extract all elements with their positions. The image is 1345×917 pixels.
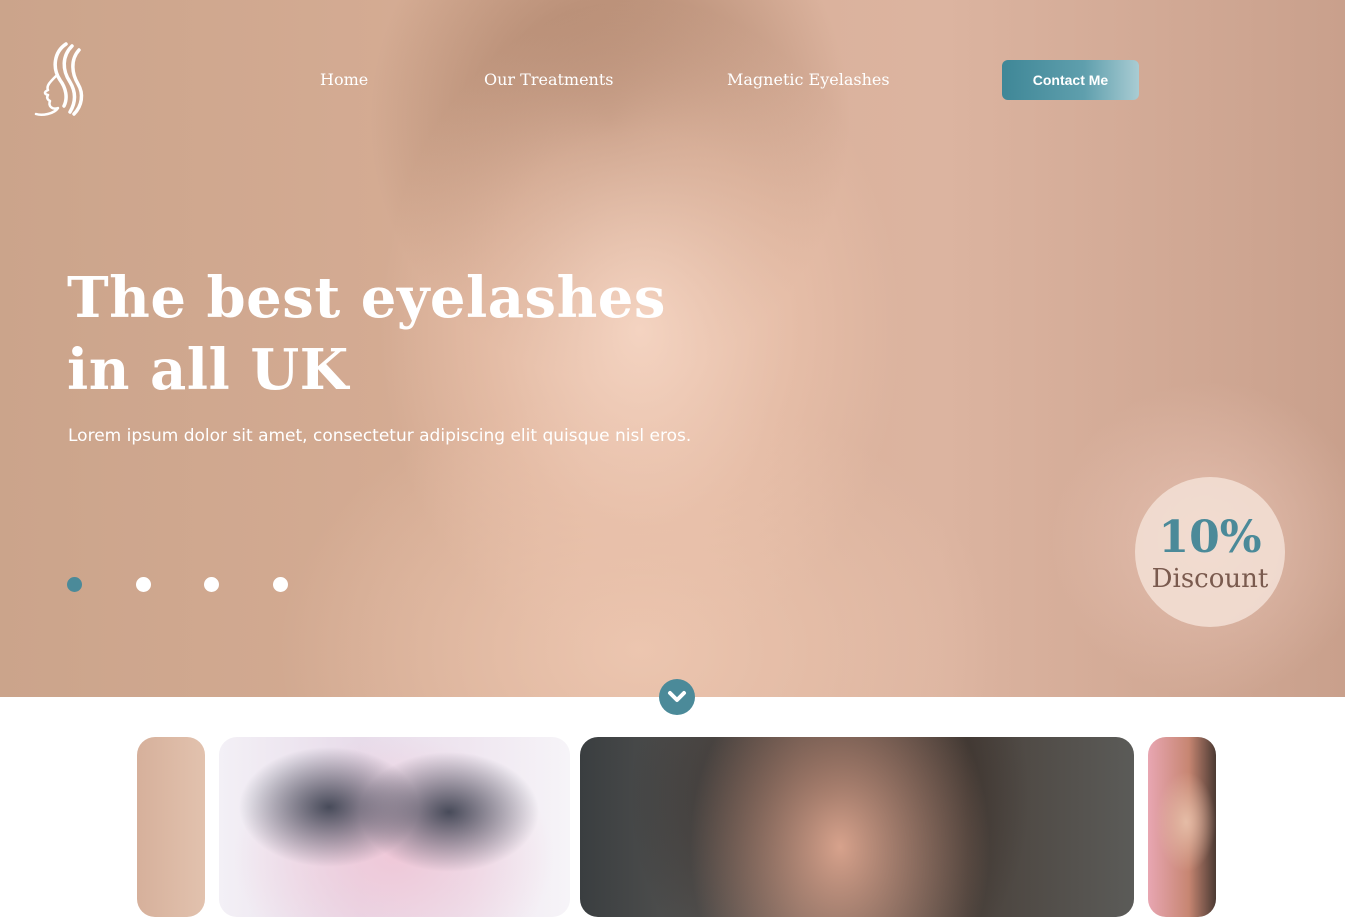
nav-treatments-link[interactable]: Our Treatments bbox=[484, 70, 614, 89]
slide-dot-1[interactable] bbox=[67, 577, 82, 592]
discount-value: 10% bbox=[1158, 512, 1262, 563]
gallery-card-portrait[interactable] bbox=[1148, 737, 1216, 917]
nav-home-link[interactable]: Home bbox=[320, 70, 368, 89]
nav-magnetic-eyelashes-link[interactable]: Magnetic Eyelashes bbox=[727, 70, 890, 89]
chevron-down-icon bbox=[668, 691, 686, 702]
hero-headline-line-1: The best eyelashes bbox=[67, 265, 666, 331]
hero-headline: The best eyelashes in all UK bbox=[67, 262, 666, 406]
slide-dot-4[interactable] bbox=[273, 577, 288, 592]
hero-headline-line-2: in all UK bbox=[67, 337, 349, 403]
slide-dot-3[interactable] bbox=[204, 577, 219, 592]
discount-badge: 10% Discount bbox=[1135, 477, 1285, 627]
hero-section: Home Our Treatments Magnetic Eyelashes C… bbox=[0, 0, 1345, 697]
slide-dot-2[interactable] bbox=[136, 577, 151, 592]
scroll-down-button[interactable] bbox=[659, 679, 695, 715]
discount-label: Discount bbox=[1151, 564, 1269, 594]
gallery-card-skin[interactable] bbox=[137, 737, 205, 917]
hero-subtitle: Lorem ipsum dolor sit amet, consectetur … bbox=[68, 426, 692, 446]
contact-me-button[interactable]: Contact Me bbox=[1002, 60, 1139, 100]
gallery-card-bronze-makeup[interactable] bbox=[580, 737, 1134, 917]
gallery-card-glitter-lashes[interactable] bbox=[219, 737, 570, 917]
brand-logo[interactable] bbox=[32, 42, 100, 118]
woman-face-logo-icon bbox=[34, 42, 84, 116]
